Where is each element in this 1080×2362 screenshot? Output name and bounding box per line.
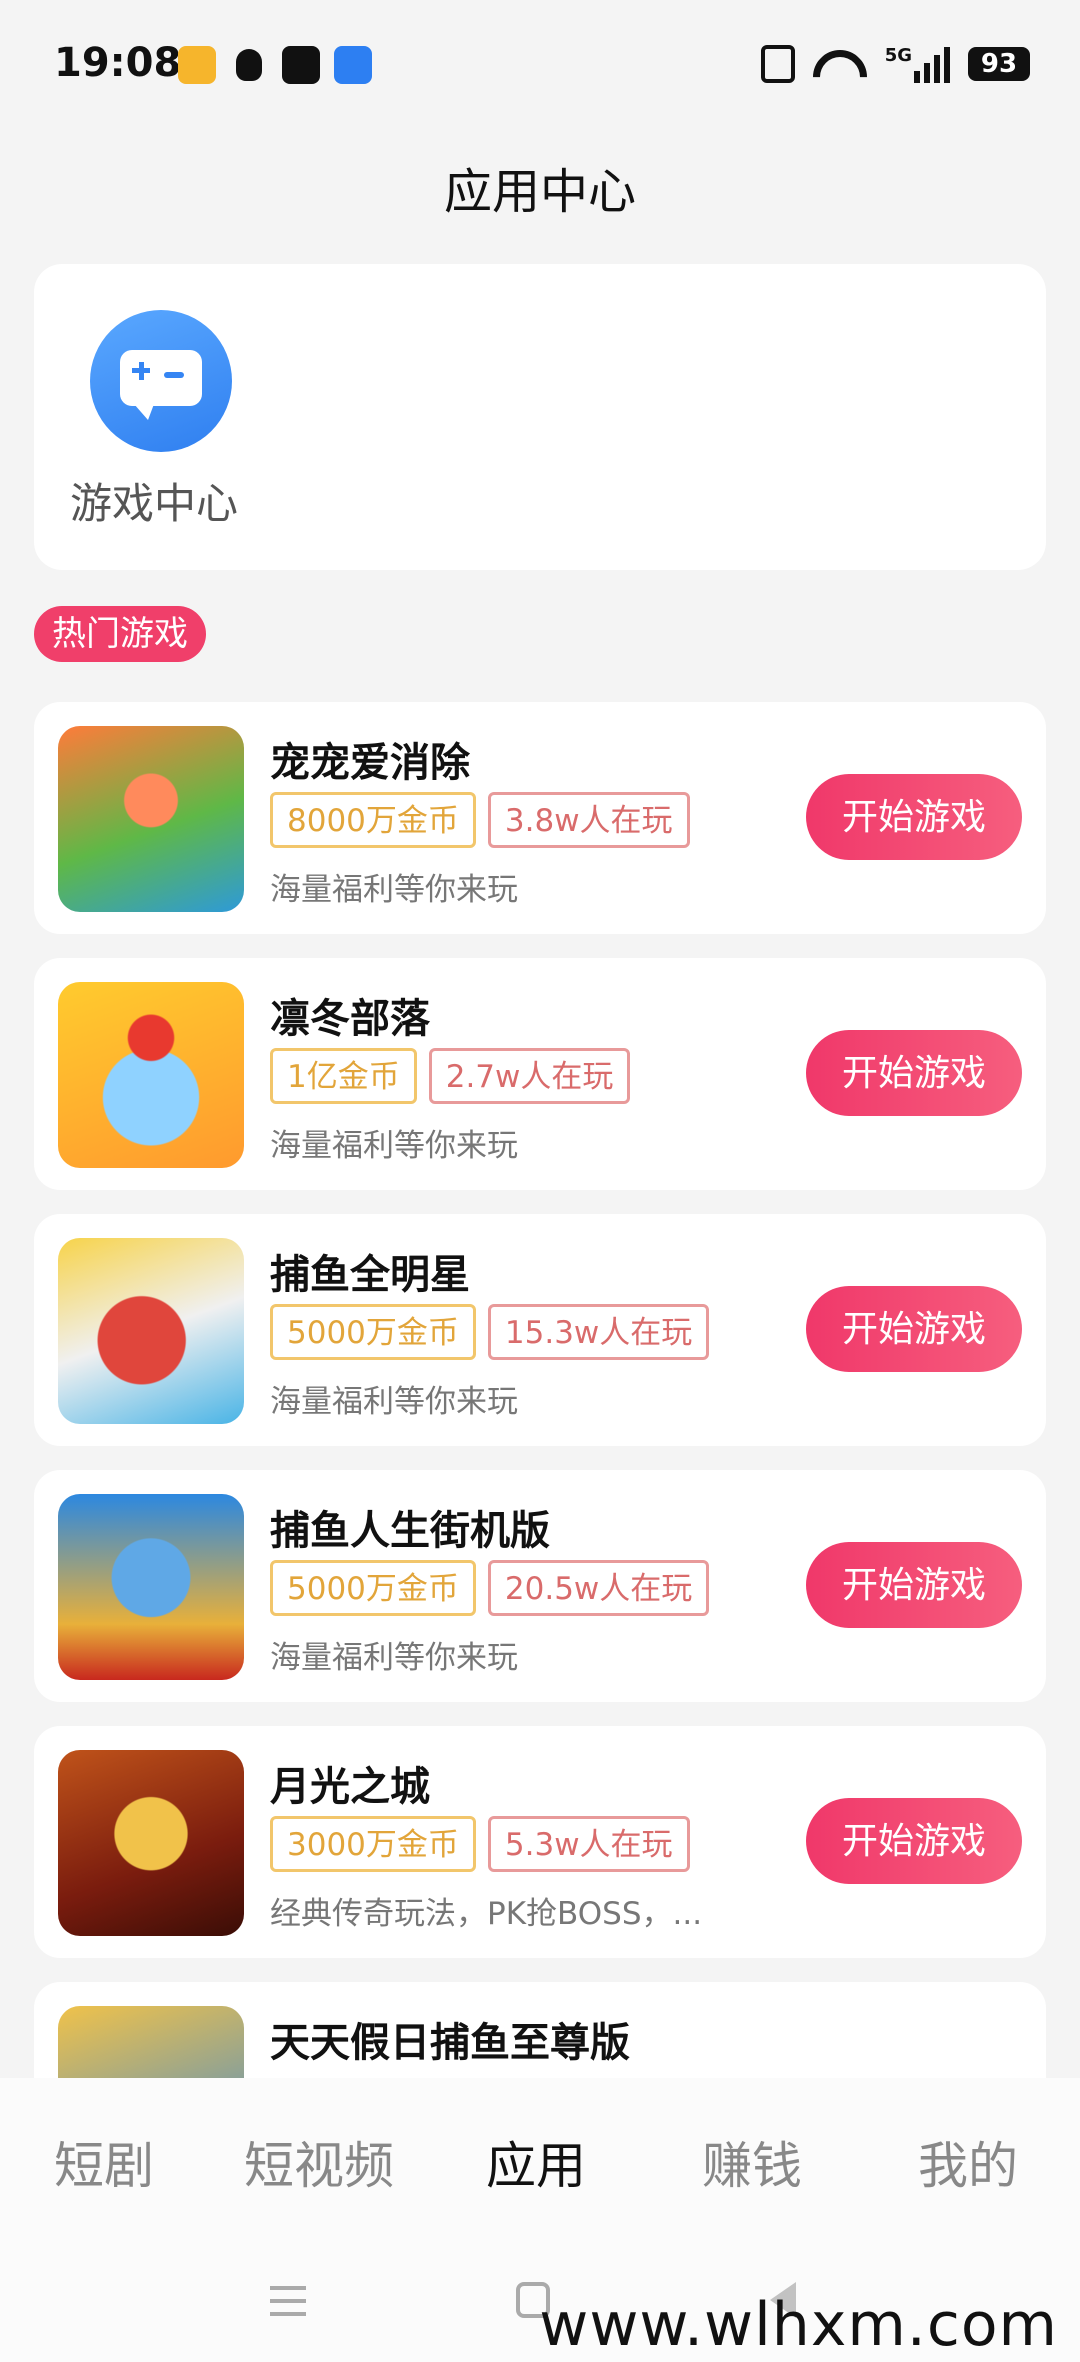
players-count-tag: 5.3w人在玩	[487, 1816, 690, 1872]
players-count-tag: 3.8w人在玩	[487, 792, 690, 848]
game-description: 海量福利等你来玩	[270, 1128, 518, 1164]
players-count-tag: 15.3w人在玩	[487, 1304, 710, 1360]
qq-icon	[230, 46, 268, 84]
nfc-icon	[760, 45, 795, 83]
start-game-button[interactable]: 开始游戏	[806, 1542, 1022, 1628]
game-card[interactable]: 月光之城 3000万金币 5.3w人在玩 经典传奇玩法，PK抢BOSS，... …	[34, 1726, 1046, 1958]
status-time: 19:08	[54, 40, 182, 86]
hot-games-tag: 热门游戏	[34, 606, 206, 662]
blue-app-icon	[334, 46, 372, 84]
game-center-icon[interactable]	[90, 310, 232, 452]
start-game-button[interactable]: 开始游戏	[806, 1030, 1022, 1116]
status-bar: 19:08 5G 93	[0, 0, 1080, 130]
game-list: 宠宠爱消除 8000万金币 3.8w人在玩 海量福利等你来玩 开始游戏 凛冬部落…	[34, 702, 1046, 2238]
game-name: 凛冬部落	[270, 996, 430, 1042]
game-description: 海量福利等你来玩	[270, 872, 518, 908]
game-card[interactable]: 凛冬部落 1亿金币 2.7w人在玩 海量福利等你来玩 开始游戏	[34, 958, 1046, 1190]
network-type-label: 5G	[884, 45, 912, 66]
game-description: 经典传奇玩法，PK抢BOSS，...	[270, 1896, 703, 1932]
coin-reward-tag: 5000万金币	[270, 1560, 476, 1616]
game-name: 月光之城	[270, 1764, 430, 1810]
battery-indicator: 93	[968, 47, 1030, 81]
coin-reward-tag: 8000万金币	[270, 792, 476, 848]
game-thumbnail[interactable]	[58, 1750, 244, 1936]
signal-bars-icon	[914, 45, 950, 83]
start-game-button[interactable]: 开始游戏	[806, 774, 1022, 860]
notification-icons	[178, 46, 372, 84]
app-shortcut-card: 游戏中心	[34, 264, 1046, 570]
game-thumbnail[interactable]	[58, 1238, 244, 1424]
system-status-icons: 5G 93	[760, 44, 1030, 84]
game-name: 宠宠爱消除	[270, 740, 470, 786]
game-thumbnail[interactable]	[58, 726, 244, 912]
nav-item-short-video[interactable]: 短视频	[244, 2126, 394, 2198]
players-count-tag: 20.5w人在玩	[487, 1560, 710, 1616]
game-thumbnail[interactable]	[58, 1494, 244, 1680]
nav-item-apps[interactable]: 应用	[486, 2126, 586, 2198]
menu-icon[interactable]	[270, 2286, 306, 2316]
game-name: 捕鱼人生街机版	[270, 1508, 550, 1554]
game-center-label[interactable]: 游戏中心	[70, 470, 238, 531]
game-description: 海量福利等你来玩	[270, 1640, 518, 1676]
coin-reward-tag: 5000万金币	[270, 1304, 476, 1360]
game-name: 捕鱼全明星	[270, 1252, 470, 1298]
nav-item-short-drama[interactable]: 短剧	[54, 2126, 154, 2198]
nav-item-me[interactable]: 我的	[918, 2126, 1018, 2198]
watermark-text: www.wlhxm.com	[539, 2290, 1058, 2360]
nav-item-earn[interactable]: 赚钱	[702, 2126, 802, 2198]
game-card[interactable]: 捕鱼全明星 5000万金币 15.3w人在玩 海量福利等你来玩 开始游戏	[34, 1214, 1046, 1446]
game-thumbnail[interactable]	[58, 982, 244, 1168]
cellular-signal: 5G	[885, 45, 950, 83]
wifi-icon	[813, 44, 867, 84]
start-game-button[interactable]: 开始游戏	[806, 1286, 1022, 1372]
game-card[interactable]: 宠宠爱消除 8000万金币 3.8w人在玩 海量福利等你来玩 开始游戏	[34, 702, 1046, 934]
game-name: 天天假日捕鱼至尊版	[270, 2020, 630, 2066]
weibo-icon	[178, 46, 216, 84]
players-count-tag: 2.7w人在玩	[428, 1048, 631, 1104]
coin-reward-tag: 3000万金币	[270, 1816, 476, 1872]
page-title: 应用中心	[443, 164, 636, 220]
coin-reward-tag: 1亿金币	[270, 1048, 417, 1104]
tiktok-icon	[282, 46, 320, 84]
game-description: 海量福利等你来玩	[270, 1384, 518, 1420]
start-game-button[interactable]: 开始游戏	[806, 1798, 1022, 1884]
game-card[interactable]: 捕鱼人生街机版 5000万金币 20.5w人在玩 海量福利等你来玩 开始游戏	[34, 1470, 1046, 1702]
